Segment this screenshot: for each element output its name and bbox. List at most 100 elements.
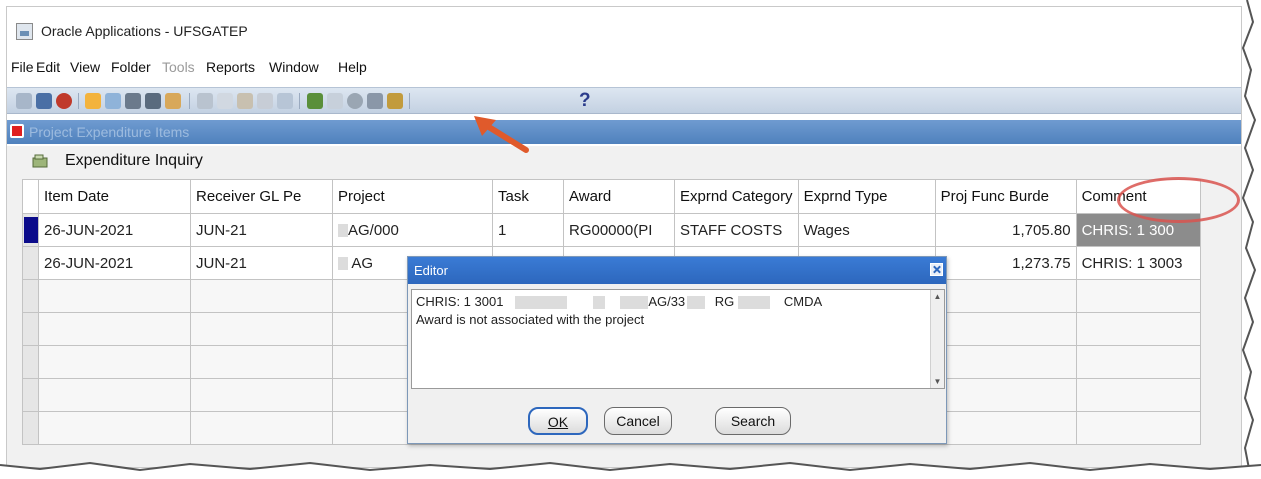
print-icon[interactable]	[145, 93, 161, 109]
delete-record-icon[interactable]	[277, 93, 293, 109]
form-close-icon[interactable]	[10, 124, 24, 138]
editor-textarea[interactable]: CHRIS: 1 3001 AG/33 RG CMDA Award is not…	[411, 289, 945, 389]
save-icon[interactable]	[125, 93, 141, 109]
ok-button[interactable]: OK	[528, 407, 588, 435]
cell-award[interactable]: RG00000(PI	[563, 213, 675, 247]
cell-gl-period[interactable]: JUN-21	[190, 246, 333, 280]
cancel-button[interactable]: Cancel	[604, 407, 672, 435]
editor-text-segment: RG	[714, 294, 735, 309]
empty-cell[interactable]	[1075, 279, 1201, 313]
column-header[interactable]: Proj Func Burde	[934, 179, 1077, 214]
cell-project-text: AG/000	[348, 221, 399, 239]
scroll-up-icon[interactable]: ▲	[933, 292, 942, 301]
menu-help[interactable]: Help	[338, 59, 367, 75]
empty-cell[interactable]	[1075, 378, 1201, 412]
cell-burdened[interactable]: 1,705.80	[934, 213, 1077, 247]
record-indicator[interactable]	[22, 378, 39, 412]
help-icon[interactable]: ?	[579, 90, 591, 112]
table-row[interactable]: 26-JUN-2021 JUN-21 AG/000 1 RG00000(PI S…	[22, 213, 1201, 247]
empty-cell[interactable]	[190, 411, 333, 445]
new-icon[interactable]	[16, 93, 32, 109]
search-button[interactable]: Search	[715, 407, 791, 435]
form-window-bar: Project Expenditure Items	[7, 120, 1241, 144]
menu-window[interactable]: Window	[269, 59, 319, 75]
annotation-circle	[1117, 177, 1240, 223]
cell-item-date[interactable]: 26-JUN-2021	[38, 246, 191, 280]
cell-project[interactable]: AG/000	[332, 213, 493, 247]
editor-title-bar: Editor	[408, 257, 946, 284]
menu-file[interactable]: File	[11, 59, 34, 75]
empty-cell[interactable]	[190, 345, 333, 379]
editor-scrollbar[interactable]: ▲ ▼	[930, 290, 944, 388]
close-form-icon[interactable]	[165, 93, 181, 109]
column-header[interactable]: Item Date	[38, 179, 191, 214]
cell-comment[interactable]: CHRIS: 1 3003	[1075, 246, 1201, 280]
redacted-block	[338, 224, 348, 238]
record-indicator[interactable]	[22, 345, 39, 379]
column-header[interactable]: Award	[563, 179, 675, 214]
column-header[interactable]: Exprnd Category	[674, 179, 799, 214]
scroll-down-icon[interactable]: ▼	[933, 377, 942, 386]
toolbar: ?	[7, 87, 1241, 114]
attachments-icon[interactable]	[367, 93, 383, 109]
empty-cell[interactable]	[934, 345, 1077, 379]
toolbar-separator	[299, 93, 300, 109]
empty-cell[interactable]	[38, 411, 191, 445]
menu-view[interactable]: View	[70, 59, 100, 75]
cell-category[interactable]: STAFF COSTS	[674, 213, 799, 247]
empty-cell[interactable]	[1075, 411, 1201, 445]
empty-cell[interactable]	[190, 378, 333, 412]
switch-icon[interactable]	[105, 93, 121, 109]
close-icon[interactable]	[930, 263, 943, 276]
ok-button-label: OK	[547, 414, 569, 430]
empty-cell[interactable]	[38, 378, 191, 412]
cell-gl-period[interactable]: JUN-21	[190, 213, 333, 247]
cell-type[interactable]: Wages	[797, 213, 936, 247]
empty-cell[interactable]	[934, 411, 1077, 445]
record-indicator[interactable]	[22, 312, 39, 346]
empty-cell[interactable]	[190, 279, 333, 313]
find-icon[interactable]	[36, 93, 52, 109]
column-header[interactable]: Receiver GL Pe	[190, 179, 333, 214]
folder-tools-icon[interactable]	[387, 93, 403, 109]
clear-record-icon[interactable]	[257, 93, 273, 109]
cell-task[interactable]: 1	[492, 213, 564, 247]
oracle-window: Oracle Applications - UFSGATEP File Edit…	[6, 6, 1242, 468]
empty-cell[interactable]	[1075, 345, 1201, 379]
editor-text-segment: CMDA	[783, 294, 823, 309]
copy-icon[interactable]	[217, 93, 233, 109]
menu-reports[interactable]: Reports	[206, 59, 255, 75]
navigator-icon[interactable]	[56, 93, 72, 109]
menu-edit[interactable]: Edit	[36, 59, 60, 75]
empty-cell[interactable]	[38, 345, 191, 379]
edit-field-icon[interactable]	[307, 93, 323, 109]
editor-line-1: CHRIS: 1 3001 AG/33 RG CMDA	[416, 294, 823, 310]
empty-cell[interactable]	[934, 378, 1077, 412]
record-indicator[interactable]	[22, 279, 39, 313]
empty-cell[interactable]	[38, 279, 191, 313]
empty-cell[interactable]	[934, 279, 1077, 313]
record-indicator[interactable]	[22, 213, 39, 247]
redacted-block	[515, 296, 568, 310]
cell-item-date[interactable]: 26-JUN-2021	[38, 213, 191, 247]
app-icon	[16, 23, 33, 40]
empty-cell[interactable]	[190, 312, 333, 346]
column-header[interactable]: Task	[492, 179, 564, 214]
paste-icon[interactable]	[237, 93, 253, 109]
record-indicator[interactable]	[22, 411, 39, 445]
open-folder-icon[interactable]	[85, 93, 101, 109]
zoom-icon[interactable]	[327, 93, 343, 109]
translations-icon[interactable]	[347, 93, 363, 109]
empty-cell[interactable]	[1075, 312, 1201, 346]
header-selector	[22, 179, 39, 214]
redacted-block	[620, 296, 649, 310]
menu-folder[interactable]: Folder	[111, 59, 151, 75]
column-header[interactable]: Project	[332, 179, 493, 214]
column-header[interactable]: Exprnd Type	[797, 179, 936, 214]
cut-icon[interactable]	[197, 93, 213, 109]
cell-burdened[interactable]: 1,273.75	[934, 246, 1077, 280]
cancel-button-label: Cancel	[616, 413, 660, 429]
record-indicator[interactable]	[22, 246, 39, 280]
empty-cell[interactable]	[934, 312, 1077, 346]
empty-cell[interactable]	[38, 312, 191, 346]
